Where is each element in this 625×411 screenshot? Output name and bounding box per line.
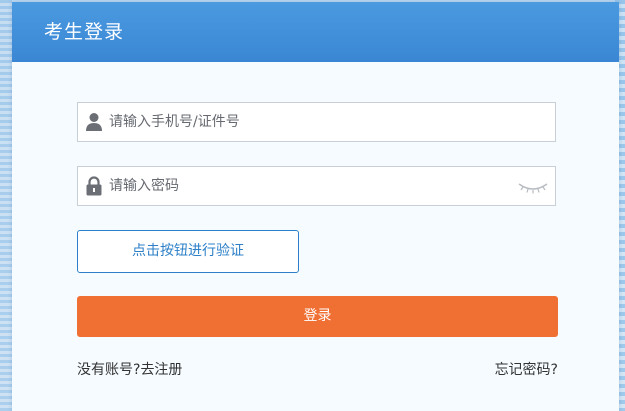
login-button[interactable]: 登录: [77, 296, 558, 337]
password-field[interactable]: [77, 166, 556, 206]
password-input[interactable]: [109, 167, 509, 205]
no-account-text: 没有账号?: [77, 362, 141, 378]
user-icon: [85, 112, 103, 132]
eye-closed-icon[interactable]: [517, 178, 549, 196]
dialog-header: 考生登录: [12, 2, 619, 62]
forgot-password-link[interactable]: 忘记密码?: [495, 361, 558, 379]
dialog-title: 考生登录: [44, 21, 125, 43]
username-field[interactable]: [77, 102, 556, 142]
background-pattern-left: [0, 0, 12, 411]
register-link[interactable]: 去注册: [140, 362, 182, 378]
login-dialog: 考生登录 请输入手机号/证件号 点击按钮进行验证 登录 没有账号?去注册 忘记密…: [12, 2, 619, 411]
register-prompt: 没有账号?去注册: [77, 361, 182, 379]
lock-icon: [85, 176, 103, 196]
verify-button[interactable]: 点击按钮进行验证: [77, 230, 299, 273]
username-input[interactable]: [109, 103, 509, 141]
